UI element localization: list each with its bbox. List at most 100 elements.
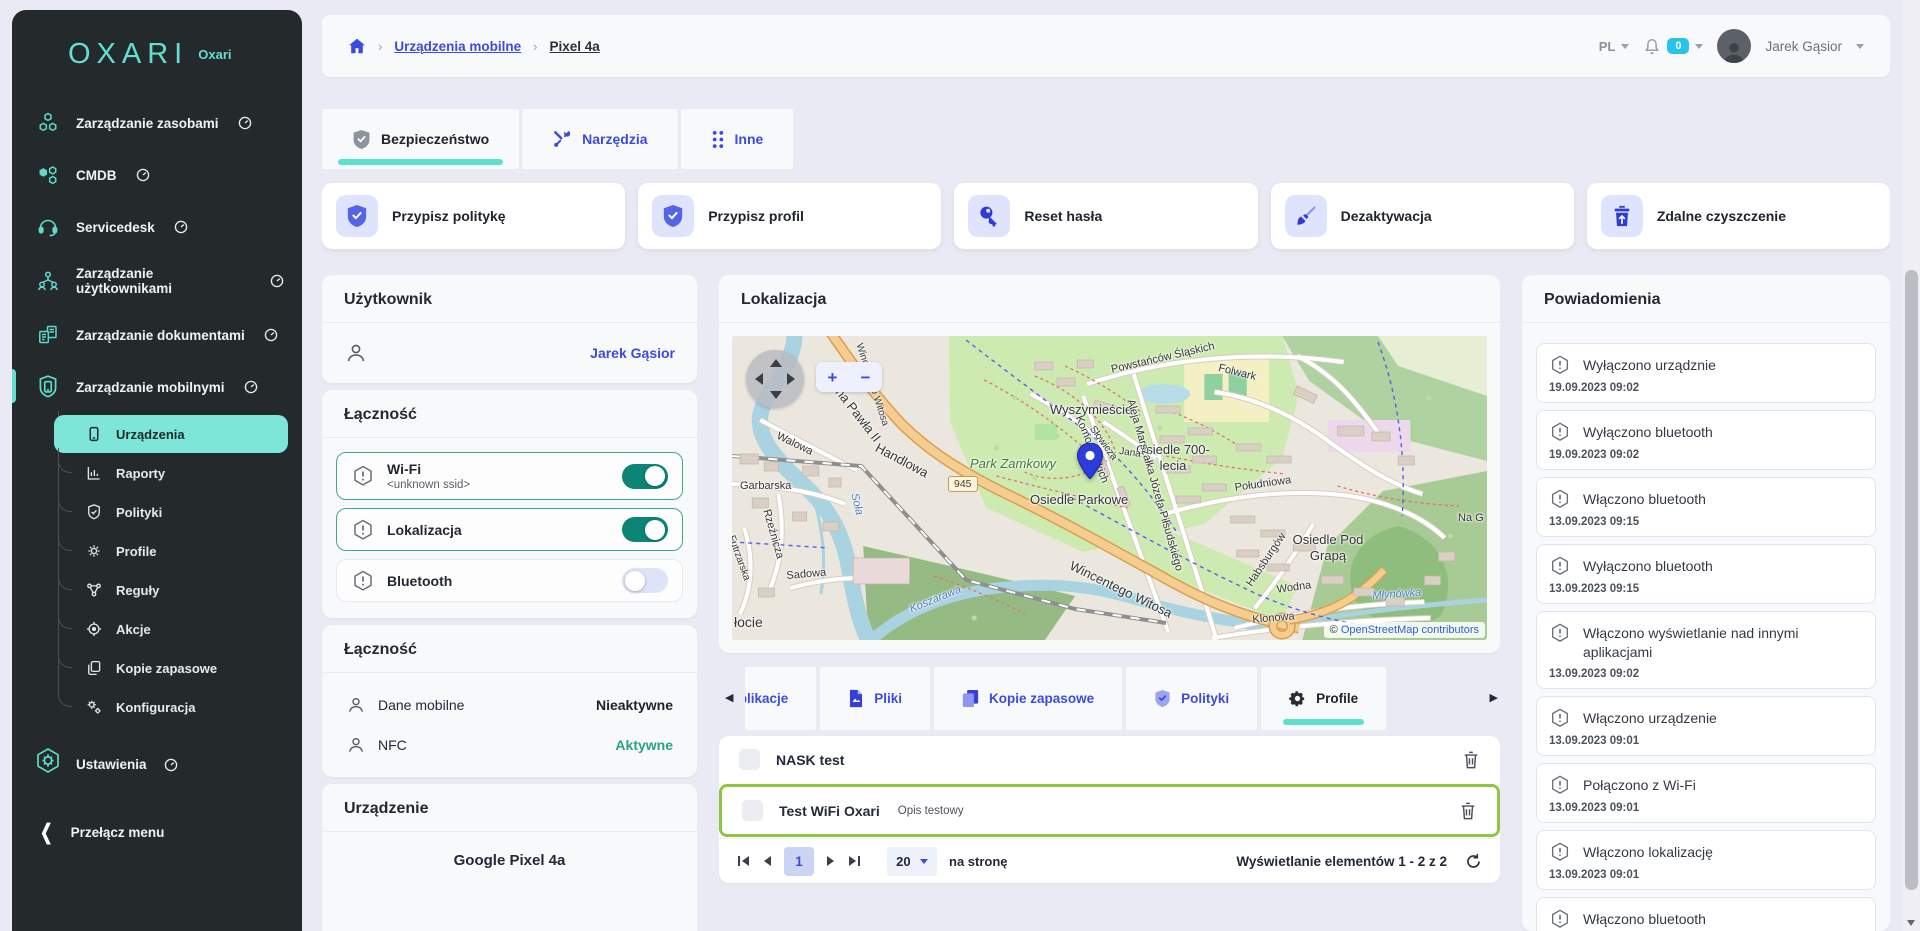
sidebar-item-servicedesk[interactable]: Servicedesk (12, 201, 302, 253)
divider (322, 437, 697, 438)
notification-date: 13.09.2023 09:01 (1549, 735, 1863, 747)
pan-down-icon[interactable] (770, 391, 782, 399)
sidebar: OXARI Oxari Zarządzanie zasobami CMDB Se… (12, 10, 302, 931)
sidebar-item-uzytkownicy[interactable]: Zarządzanie użytkownikami (12, 253, 302, 309)
page-scrollbar (1903, 0, 1920, 931)
zoom-in-button[interactable]: + (828, 369, 838, 386)
next-page-button[interactable] (826, 855, 836, 867)
person-icon (344, 341, 368, 365)
pan-left-icon[interactable] (755, 373, 763, 385)
prev-page-button[interactable] (762, 855, 772, 867)
row-checkbox[interactable] (739, 749, 760, 770)
notification-text: Włączono lokalizację (1583, 841, 1713, 862)
tab-pliki[interactable]: Pliki (820, 667, 930, 730)
page-size-select[interactable]: 20 (887, 847, 937, 876)
sidebar-item-dokumenty[interactable]: Zarządzanie dokumentami (12, 309, 302, 361)
location-toggle[interactable] (622, 517, 668, 542)
toggle-menu-label: Przełącz menu (71, 825, 165, 840)
breadcrumb-devices-link[interactable]: Urządzenia mobilne (394, 39, 521, 54)
attribution-link[interactable]: OpenStreetMap contributors (1341, 624, 1479, 636)
scrollbar-down-icon[interactable] (1907, 920, 1915, 926)
zoom-out-button[interactable]: − (861, 369, 871, 386)
sidebar-item-ustawienia[interactable]: Ustawienia (12, 732, 302, 797)
gauge-icon (164, 758, 178, 772)
deactivate-button[interactable]: Dezaktywacja (1271, 183, 1574, 249)
user-menu[interactable]: Jarek Gąsior (1765, 39, 1842, 54)
tab-kopie-zapasowe[interactable]: Kopie zapasowe (934, 667, 1122, 730)
gauge-icon (238, 116, 252, 130)
sidebar-item-label: Akcje (116, 622, 151, 637)
notification-text: Włączono bluetooth (1583, 488, 1706, 509)
assign-profile-button[interactable]: Przypisz profil (638, 183, 941, 249)
notification-date: 13.09.2023 09:15 (1549, 583, 1863, 595)
location-label: Lokalizacja (387, 522, 462, 538)
first-page-button[interactable] (737, 855, 750, 867)
remote-wipe-button[interactable]: Zdalne czyszczenie (1587, 183, 1890, 249)
sidebar-item-konfiguracja[interactable]: Konfiguracja (74, 688, 288, 726)
nodes-icon (84, 580, 104, 600)
home-icon[interactable] (348, 38, 366, 54)
pan-up-icon[interactable] (770, 359, 782, 367)
sidebar-item-polityki[interactable]: Polityki (74, 493, 288, 531)
language-selector[interactable]: PL (1599, 39, 1630, 54)
sidebar-item-urzadzenia[interactable]: Urządzenia (54, 415, 288, 453)
avatar[interactable] (1717, 29, 1751, 63)
pan-right-icon[interactable] (787, 373, 795, 385)
sidebar-item-akcje[interactable]: Akcje (74, 610, 288, 648)
sidebar-item-kopie[interactable]: Kopie zapasowe (74, 649, 288, 687)
notification-date: 19.09.2023 09:02 (1549, 382, 1863, 394)
refresh-button[interactable] (1465, 853, 1482, 870)
page-number[interactable]: 1 (784, 847, 814, 876)
row-checkbox[interactable] (742, 800, 763, 821)
notification-text: Włączono urządzenie (1583, 707, 1717, 728)
hexagon-alert-icon (1549, 908, 1571, 930)
notification-item: Włączono urządzenie 13.09.2023 09:01 (1536, 696, 1876, 756)
sidebar-item-raporty[interactable]: Raporty (74, 454, 288, 492)
delete-button[interactable] (1462, 750, 1480, 770)
delete-button[interactable] (1459, 801, 1477, 821)
sidebar-item-profile[interactable]: Profile (74, 532, 288, 570)
assign-policy-button[interactable]: Przypisz politykę (322, 183, 625, 249)
card-title: Użytkownik (322, 275, 697, 322)
sidebar-item-reguly[interactable]: Reguły (74, 571, 288, 609)
tab-bezpieczenstwo[interactable]: Bezpieczeństwo (322, 109, 519, 169)
hexagon-alert-icon (1549, 488, 1571, 510)
sidebar-item-zasoby[interactable]: Zarządzanie zasobami (12, 97, 302, 149)
last-page-button[interactable] (848, 855, 861, 867)
notifications-bell[interactable]: 0 (1643, 37, 1703, 56)
chevron-down-icon[interactable] (1856, 44, 1864, 49)
sidebar-collapse-toggle[interactable]: ❮ Przełącz menu (12, 797, 302, 855)
documents-icon (34, 322, 62, 348)
breadcrumb: › Urządzenia mobilne › Pixel 4a (348, 38, 600, 54)
tab-inne[interactable]: Inne (681, 109, 794, 169)
reset-password-button[interactable]: Reset hasła (954, 183, 1257, 249)
notification-item: Włączono wyświetlanie nad innymi aplikac… (1536, 611, 1876, 689)
middle-column: Lokalizacja (719, 275, 1500, 931)
sidebar-item-mobilne[interactable]: Zarządzanie mobilnymi (12, 361, 302, 413)
breadcrumb-separator-icon: › (533, 39, 537, 54)
card-title: Lokalizacja (719, 275, 1500, 322)
map-canvas[interactable]: Wyszymieście Park Zamkowy Handlowa Wince… (732, 336, 1487, 640)
sidebar-item-cmdb[interactable]: CMDB (12, 149, 302, 201)
user-link[interactable]: Jarek Gąsior (590, 345, 675, 361)
wifi-toggle[interactable] (622, 464, 668, 489)
tab-label: Profile (1316, 691, 1358, 706)
tab-label: Pliki (874, 691, 902, 706)
sidebar-item-label: CMDB (76, 168, 117, 183)
hexagon-alert-icon (351, 464, 375, 488)
bluetooth-toggle[interactable] (622, 568, 668, 593)
scrollbar-thumb[interactable] (1905, 270, 1918, 890)
brand[interactable]: OXARI Oxari (12, 10, 302, 97)
map-pan-control[interactable] (746, 350, 804, 408)
breadcrumb-current[interactable]: Pixel 4a (549, 39, 599, 54)
tab-profile[interactable]: Profile (1261, 667, 1386, 730)
list-item[interactable]: Test WiFi Oxari Opis testowy (722, 787, 1497, 834)
tab-polityki[interactable]: Polityki (1126, 667, 1257, 730)
gears-icon (84, 697, 104, 717)
tabs-scroll-left-icon[interactable]: ◀ (725, 691, 733, 704)
tab-aplikacje[interactable]: Aplikacje (745, 667, 816, 730)
list-item[interactable]: NASK test (719, 736, 1500, 783)
tab-narzedzia[interactable]: Narzędzia (522, 109, 677, 169)
action-label: Przypisz politykę (392, 208, 506, 224)
tabs-scroll-right-icon[interactable]: ▶ (1490, 691, 1498, 704)
